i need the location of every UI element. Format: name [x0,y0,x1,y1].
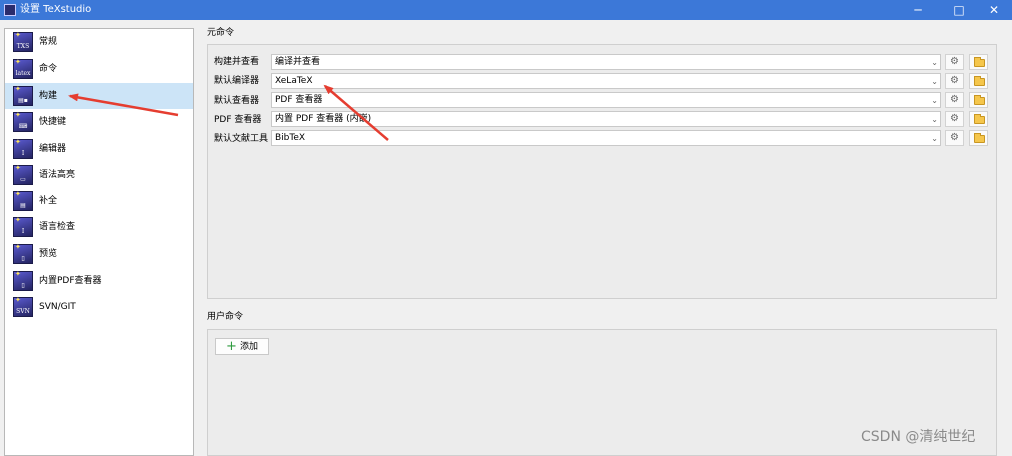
sidebar-item-label: 补全 [39,196,58,206]
folder-icon[interactable] [969,73,988,89]
close-button[interactable]: ✕ [975,0,1012,20]
chevron-down-icon: ⌄ [931,96,938,105]
combo-value: BibTeX [275,133,306,143]
pdf-viewer-select[interactable]: 内置 PDF 查看器 (内嵌) ⌄ [271,111,941,127]
combo-value: 内置 PDF 查看器 (内嵌) [275,114,372,124]
sidebar-item-preview[interactable]: ✦ ▯ 预览 [5,241,193,267]
chevron-down-icon: ⌄ [931,115,938,124]
svn-icon: ✦ SVN [13,296,33,317]
title-bar: 设置 TeXstudio ─ □ ✕ [0,0,1012,20]
completion-icon: ✦ ▤ [13,190,33,211]
gear-icon[interactable]: ⚙ [945,54,964,70]
plus-icon: + [226,339,237,354]
sidebar-item-syntax-highlighting[interactable]: ✦ ▭ 语法高亮 [5,162,193,188]
folder-icon[interactable] [969,111,988,127]
latex-icon: ✦ latex [13,58,33,79]
sidebar-item-editor[interactable]: ✦ I 编辑器 [5,136,193,162]
spellcheck-icon: ✦ I [13,216,33,237]
combo-value: XeLaTeX [275,76,313,86]
combo-value: PDF 查看器 [275,95,323,105]
pdf-viewer-icon: ✦ ▯ [13,270,33,291]
settings-sidebar: ✦ TXS 常规 ✦ latex 命令 ✦ ▤▪ 构建 ✦ ⌨ 快捷键 ✦ I 编辑器 ✦… [4,28,194,456]
folder-icon[interactable] [969,130,988,146]
sidebar-item-label: SVN/GIT [39,302,76,312]
default-compiler-label: 默认编译器 [214,76,260,86]
sidebar-item-label: 预览 [39,249,58,259]
preview-icon: ✦ ▯ [13,243,33,264]
sidebar-item-label: 语言检查 [39,222,76,232]
sidebar-item-language-checking[interactable]: ✦ I 语言检查 [5,214,193,240]
sidebar-item-label: 内置PDF查看器 [39,276,102,286]
sidebar-item-label: 语法高亮 [39,170,76,180]
sidebar-item-svn-git[interactable]: ✦ SVN SVN/GIT [5,294,193,320]
chevron-down-icon: ⌄ [931,134,938,143]
build-and-view-label: 构建并查看 [214,57,260,67]
txs-icon: ✦ TXS [13,31,33,52]
user-commands-title: 用户命令 [207,312,244,322]
pdf-viewer-label: PDF 查看器 [214,115,262,125]
maximize-button[interactable]: □ [940,0,978,20]
build-icon: ✦ ▤▪ [13,85,33,106]
highlight-icon: ✦ ▭ [13,164,33,185]
texstudio-icon [4,4,16,16]
gear-icon[interactable]: ⚙ [945,111,964,127]
sidebar-item-label: 命令 [39,64,58,74]
sidebar-item-label: 常规 [39,37,58,47]
default-compiler-select[interactable]: XeLaTeX ⌄ [271,73,941,89]
sidebar-item-label: 编辑器 [39,144,67,154]
sidebar-item-commands[interactable]: ✦ latex 命令 [5,56,193,82]
keyboard-icon: ✦ ⌨ [13,111,33,132]
sidebar-item-completion[interactable]: ✦ ▤ 补全 [5,188,193,214]
gear-icon[interactable]: ⚙ [945,92,964,108]
default-viewer-select[interactable]: PDF 查看器 ⌄ [271,92,941,108]
folder-icon[interactable] [969,54,988,70]
folder-icon[interactable] [969,92,988,108]
default-bibliography-tool-select[interactable]: BibTeX ⌄ [271,130,941,146]
sidebar-item-shortcuts[interactable]: ✦ ⌨ 快捷键 [5,109,193,135]
editor-icon: ✦ I [13,138,33,159]
chevron-down-icon: ⌄ [931,77,938,86]
watermark: CSDN @清纯世纪 [861,429,976,445]
minimize-button[interactable]: ─ [899,0,937,20]
combo-value: 编译并查看 [275,57,321,67]
meta-commands-title: 元命令 [207,28,235,38]
sidebar-item-label: 构建 [39,91,58,101]
build-and-view-select[interactable]: 编译并查看 ⌄ [271,54,941,70]
chevron-down-icon: ⌄ [931,58,938,67]
window-title: 设置 TeXstudio [20,4,92,15]
gear-icon[interactable]: ⚙ [945,130,964,146]
gear-icon[interactable]: ⚙ [945,73,964,89]
add-button-label: 添加 [240,342,259,352]
sidebar-item-label: 快捷键 [39,117,67,127]
default-bibliography-tool-label: 默认文献工具 [214,134,269,144]
sidebar-item-build[interactable]: ✦ ▤▪ 构建 [5,83,193,109]
add-command-button[interactable]: + 添加 [215,338,269,355]
sidebar-item-general[interactable]: ✦ TXS 常规 [5,29,193,55]
sidebar-item-internal-pdf-viewer[interactable]: ✦ ▯ 内置PDF查看器 [5,268,193,294]
default-viewer-label: 默认查看器 [214,96,260,106]
